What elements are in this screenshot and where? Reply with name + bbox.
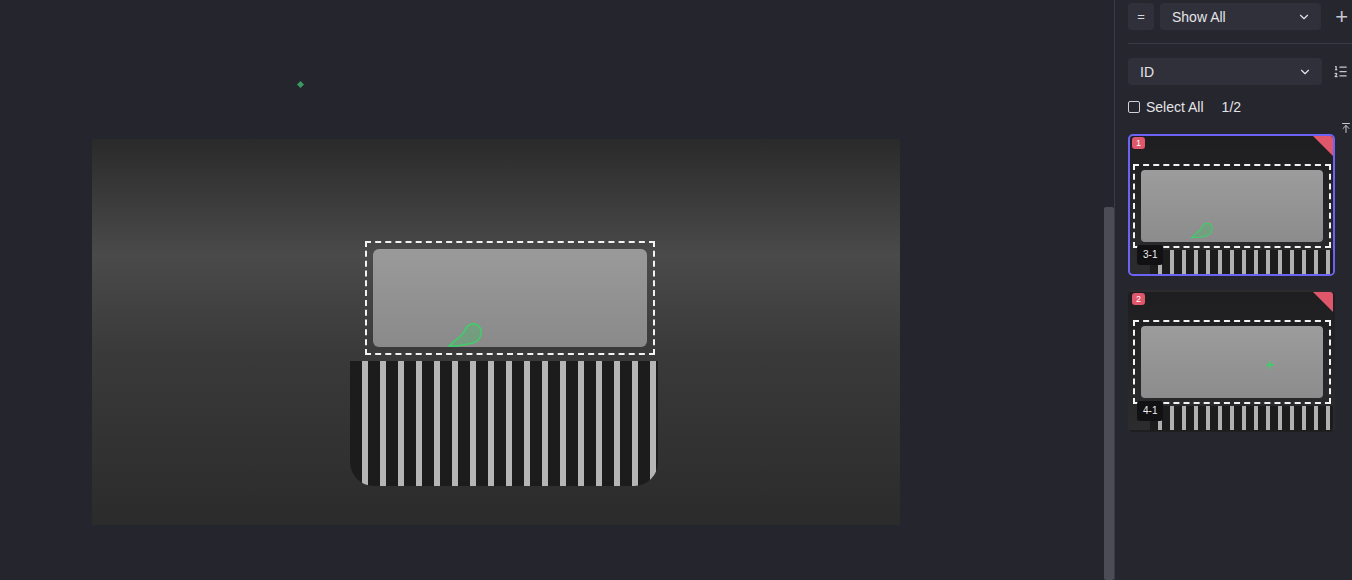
scrollbar[interactable] — [1104, 0, 1114, 580]
sort-select[interactable]: ID — [1128, 58, 1322, 85]
thumb-pins — [1150, 406, 1333, 430]
defect-point-icon[interactable] — [1266, 361, 1274, 369]
filter-select[interactable]: Show All — [1160, 3, 1321, 30]
flag-corner — [1313, 292, 1333, 312]
divider — [1128, 43, 1352, 44]
roi-region[interactable] — [365, 241, 655, 355]
scrollbar-thumb[interactable] — [1104, 207, 1114, 580]
flag-corner — [1313, 136, 1333, 156]
image-card[interactable]: 2 4-1 — [1128, 290, 1335, 432]
select-all-checkbox[interactable] — [1128, 101, 1140, 113]
selection-count: 1/2 — [1222, 99, 1241, 115]
defect-mask-icon[interactable] — [1190, 222, 1213, 239]
filter-mode-button[interactable]: = — [1128, 3, 1154, 30]
thumb-roi — [1133, 320, 1331, 404]
defect-mask-icon[interactable] — [447, 322, 483, 348]
select-all[interactable]: Select All1/2 — [1128, 99, 1352, 115]
card-list: 1 3-1 2 4-1 — [1128, 134, 1335, 432]
viewer — [0, 0, 1114, 580]
thumb-roi — [1133, 164, 1331, 248]
sort-row: ID — [1128, 58, 1352, 85]
cursor-marker — [297, 81, 304, 88]
image-canvas[interactable] — [0, 0, 1104, 580]
thumb-fill — [1141, 170, 1323, 242]
card-index-badge: 1 — [1132, 137, 1145, 149]
image-card[interactable]: 1 3-1 — [1128, 134, 1335, 276]
connector-pins — [350, 361, 658, 486]
thumb-pins — [1150, 250, 1333, 274]
card-label: 3-1 — [1137, 245, 1163, 265]
sort-order-icon — [1333, 64, 1348, 79]
inspection-image[interactable] — [92, 139, 900, 525]
sort-order-button[interactable] — [1328, 64, 1348, 79]
card-label: 4-1 — [1137, 401, 1163, 421]
side-panel: =Show All + ID Select All1/2 1 3-1 2 4-1 — [1114, 0, 1352, 580]
chevron-down-icon — [1297, 10, 1311, 24]
collapse-row — [1128, 122, 1352, 134]
filter-row: =Show All + — [1128, 3, 1352, 30]
chevron-down-icon — [1298, 65, 1312, 79]
collapse-up-icon[interactable] — [1340, 122, 1352, 134]
roi-fill — [373, 249, 647, 347]
add-button[interactable]: + — [1327, 6, 1348, 28]
thumb-fill — [1141, 326, 1323, 398]
card-index-badge: 2 — [1132, 293, 1145, 305]
app: =Show All + ID Select All1/2 1 3-1 2 4-1 — [0, 0, 1352, 580]
